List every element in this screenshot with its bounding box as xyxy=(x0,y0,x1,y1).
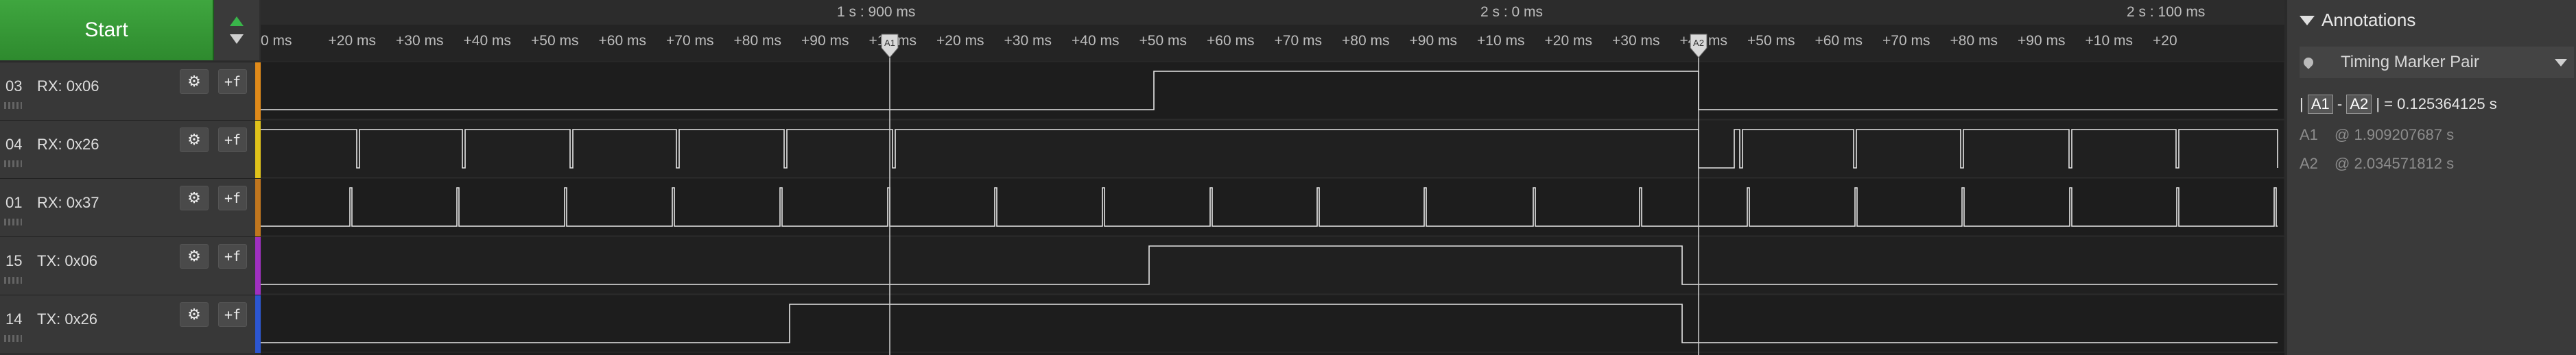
a1-label: A1 xyxy=(2300,126,2318,143)
marker-pair-header[interactable]: Timing Marker Pair xyxy=(2300,47,2574,78)
trigger-icon[interactable]: +f xyxy=(218,127,247,152)
channel-row[interactable]: 01 RX: 0x37 ⚙ +f xyxy=(0,178,261,236)
channel-row[interactable]: 04 RX: 0x26 ⚙ +f xyxy=(0,120,261,178)
channel-name[interactable]: TX: 0x06 xyxy=(37,252,97,270)
channel-color-bar xyxy=(255,295,261,353)
start-button[interactable]: Start xyxy=(0,0,214,60)
channel-color-bar xyxy=(255,179,261,236)
channel-row[interactable]: 03 RX: 0x06 ⚙ +f xyxy=(0,62,261,120)
waveform-view[interactable]: 1 s : 900 ms 2 s : 0 ms 2 s : 100 ms 0 m… xyxy=(261,0,2284,355)
a2-time: @ 2.034571812 s xyxy=(2335,155,2455,172)
channel-row[interactable]: 15 TX: 0x06 ⚙ +f xyxy=(0,236,261,295)
drag-grip-icon[interactable] xyxy=(4,102,22,109)
channel-number: 15 xyxy=(5,252,23,269)
channel-number: 01 xyxy=(5,194,23,211)
gear-icon[interactable]: ⚙ xyxy=(180,69,209,94)
arrow-up-icon xyxy=(230,16,244,26)
channel-panel: Start 03 RX: 0x06 ⚙ +f 04 RX: 0x26 ⚙ +f … xyxy=(0,0,261,355)
dropdown-arrow-icon[interactable] xyxy=(2555,58,2567,66)
trigger-icon[interactable]: +f xyxy=(218,69,247,94)
waveform-lane[interactable] xyxy=(261,119,2284,178)
channel-row[interactable]: 14 TX: 0x26 ⚙ +f xyxy=(0,295,261,353)
waveform-lane[interactable] xyxy=(261,236,2284,295)
collapse-triangle-icon[interactable] xyxy=(2300,15,2315,25)
gear-icon[interactable]: ⚙ xyxy=(180,186,209,210)
a2-label: A2 xyxy=(2300,155,2318,172)
waveform-lane[interactable] xyxy=(261,61,2284,120)
gear-icon[interactable]: ⚙ xyxy=(180,302,209,327)
channel-number: 14 xyxy=(5,310,23,328)
channel-name[interactable]: TX: 0x26 xyxy=(37,310,97,328)
drag-grip-icon[interactable] xyxy=(4,277,22,284)
channel-color-bar xyxy=(255,121,261,178)
a2-row: A2 @ 2.034571812 s xyxy=(2300,155,2454,173)
a1-time: @ 1.909207687 s xyxy=(2335,126,2455,143)
waveform-canvas: A1 A2 xyxy=(261,34,2284,355)
drag-grip-icon[interactable] xyxy=(4,335,22,342)
channel-number: 04 xyxy=(5,136,23,153)
channel-color-bar xyxy=(255,62,261,120)
delta-value: = 0.125364125 s xyxy=(2384,95,2497,112)
annotations-title: Annotations xyxy=(2321,10,2416,30)
marker-pair-title: Timing Marker Pair xyxy=(2341,53,2479,71)
annotations-panel: Annotations Timing Marker Pair | A1 - A2… xyxy=(2284,0,2576,355)
channel-name[interactable]: RX: 0x06 xyxy=(37,77,99,95)
gear-icon[interactable]: ⚙ xyxy=(180,244,209,269)
trigger-icon[interactable]: +f xyxy=(218,302,247,327)
channel-color-bar xyxy=(255,237,261,295)
channel-name[interactable]: RX: 0x37 xyxy=(37,194,99,212)
channel-number: 03 xyxy=(5,77,23,95)
waveform-lane[interactable] xyxy=(261,294,2284,353)
channel-name[interactable]: RX: 0x26 xyxy=(37,136,99,154)
annotations-header[interactable]: Annotations xyxy=(2300,10,2415,31)
delta-row: | A1 - A2 | = 0.125364125 s xyxy=(2300,95,2497,114)
trigger-icon[interactable]: +f xyxy=(218,186,247,210)
trigger-icon[interactable]: +f xyxy=(218,244,247,269)
pin-icon xyxy=(2302,56,2315,69)
a2-box: A2 xyxy=(2346,95,2372,114)
a1-box: A1 xyxy=(2307,95,2333,114)
marker-a1-label: A1 xyxy=(884,38,895,48)
drag-grip-icon[interactable] xyxy=(4,160,22,167)
drag-grip-icon[interactable] xyxy=(4,219,22,225)
gear-icon[interactable]: ⚙ xyxy=(180,127,209,152)
arrow-down-icon xyxy=(230,34,244,44)
marker-a2-label: A2 xyxy=(1693,38,1704,48)
capture-options-toggle[interactable] xyxy=(214,0,259,60)
a1-row: A1 @ 1.909207687 s xyxy=(2300,126,2454,144)
start-button-label: Start xyxy=(84,19,128,41)
